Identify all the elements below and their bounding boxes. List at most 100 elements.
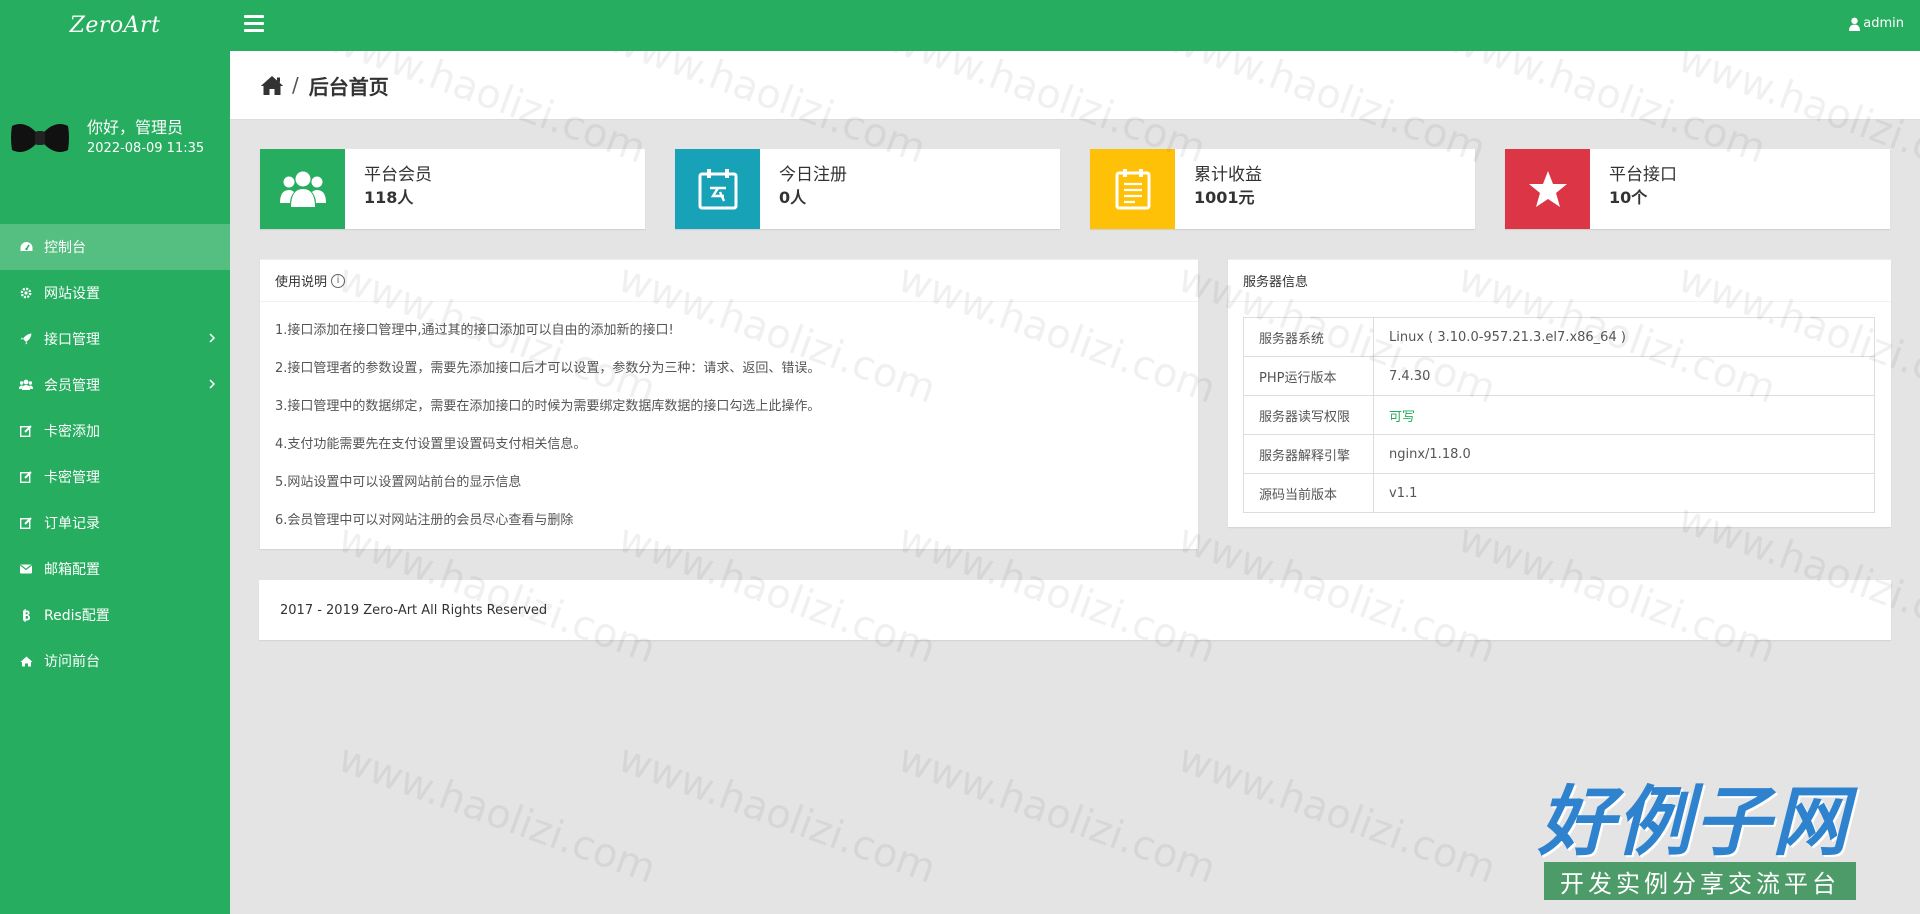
sidebar-item-card-add[interactable]: 卡密添加 [0, 408, 230, 454]
usage-list: 1.接口添加在接口管理中,通过其的接口添加可以自由的添加新的接口! 2.接口管理… [260, 302, 1198, 540]
calendar-icon [675, 149, 760, 229]
dashboard-icon [18, 239, 34, 255]
usage-box-header: 使用说明 i [260, 260, 1198, 302]
sidebar-item-visit-frontend[interactable]: 访问前台 [0, 638, 230, 684]
usage-line: 3.接口管理中的数据绑定，需要在添加接口的时候为需要绑定数据库数据的接口勾选上此… [275, 399, 821, 414]
server-info-title: 服务器信息 [1243, 275, 1309, 290]
server-info-header: 服务器信息 [1228, 260, 1891, 302]
watermark-logo-title: 好例子网 [1538, 777, 1850, 866]
sidebar-item-card-management[interactable]: 卡密管理 [0, 454, 230, 500]
watermark-text: www.haolizi.com [1172, 735, 1502, 893]
table-row: PHP运行版本 7.4.30 [1243, 356, 1875, 396]
server-info-table: 服务器系统 Linux ( 3.10.0-957.21.3.el7.x86_64… [1243, 317, 1875, 513]
server-key: 服务器读写权限 [1243, 395, 1374, 435]
server-info-box: 服务器信息 服务器系统 Linux ( 3.10.0-957.21.3.el7.… [1228, 259, 1891, 527]
usage-line: 2.接口管理者的参数设置，需要先添加接口后才可以设置，参数分为三种：请求、返回、… [275, 361, 821, 376]
user-menu-label: admin [1863, 16, 1904, 31]
table-row: 服务器读写权限 可写 [1243, 395, 1875, 435]
breadcrumb-separator: / [292, 73, 299, 97]
sidebar-toggle-icon[interactable] [244, 15, 264, 33]
login-datetime: 2022-08-09 11:35 [87, 141, 205, 156]
usage-box-title: 使用说明 [275, 275, 328, 290]
rocket-icon [18, 331, 34, 347]
watermark-text: www.haolizi.com [892, 735, 1222, 893]
edit-icon [18, 469, 34, 485]
server-key: 源码当前版本 [1243, 473, 1374, 513]
home-icon[interactable] [260, 75, 284, 96]
usage-line: 5.网站设置中可以设置网站前台的显示信息 [275, 475, 522, 490]
stat-value: 118人 [364, 188, 414, 207]
watermark-text: www.haolizi.com [332, 735, 662, 893]
star-icon [1505, 149, 1590, 229]
table-row: 源码当前版本 v1.1 [1243, 473, 1875, 513]
sidebar-item-dashboard[interactable]: 控制台 [0, 224, 230, 270]
sidebar-item-label: 卡密管理 [44, 470, 100, 486]
bitcoin-icon [18, 607, 34, 623]
user-panel: 你好，管理员 2022-08-09 11:35 [0, 51, 230, 182]
sidebar-item-label: 会员管理 [44, 378, 100, 394]
server-key: 服务器解释引擎 [1243, 434, 1374, 474]
server-value: nginx/1.18.0 [1373, 434, 1875, 474]
stat-label: 今日注册 [779, 165, 847, 185]
sidebar-menu: 控制台 网站设置 接口管理 会员管理 卡密添加 卡密管理 订单记录 邮箱配置 R… [0, 224, 230, 684]
user-icon [1849, 17, 1861, 31]
users-icon [18, 377, 34, 393]
stat-label: 平台会员 [364, 165, 432, 185]
sidebar-item-label: 访问前台 [44, 654, 100, 670]
footer-copyright: 2017 - 2019 Zero-Art All Rights Reserved [280, 602, 548, 618]
stat-value: 0人 [779, 188, 807, 207]
footer: 2017 - 2019 Zero-Art All Rights Reserved [259, 580, 1891, 640]
server-key: PHP运行版本 [1243, 356, 1374, 396]
stat-value: 10个 [1609, 188, 1648, 207]
server-value-status: 可写 [1373, 395, 1875, 435]
server-value: 7.4.30 [1373, 356, 1875, 396]
page-header: / 后台首页 [230, 51, 1920, 120]
clipboard-icon [1090, 149, 1175, 229]
server-value: Linux ( 3.10.0-957.21.3.el7.x86_64 ) [1373, 317, 1875, 357]
watermark-logo-subtitle: 开发实例分享交流平台 [1544, 862, 1856, 900]
usage-line: 4.支付功能需要先在支付设置里设置码支付相关信息。 [275, 437, 587, 452]
sidebar-item-label: 接口管理 [44, 332, 100, 348]
edit-icon [18, 515, 34, 531]
sidebar-item-label: 网站设置 [44, 286, 100, 302]
usage-box: 使用说明 i 1.接口添加在接口管理中,通过其的接口添加可以自由的添加新的接口!… [260, 259, 1198, 549]
sidebar-item-member-management[interactable]: 会员管理 [0, 362, 230, 408]
info-icon[interactable]: i [331, 273, 346, 288]
user-menu[interactable]: admin [1849, 16, 1904, 31]
sidebar-item-orders[interactable]: 订单记录 [0, 500, 230, 546]
users-icon [260, 149, 345, 229]
watermark-logo: 好例子网 开发实例分享交流平台 [1538, 776, 1860, 904]
avatar [11, 123, 69, 152]
usage-line: 1.接口添加在接口管理中,通过其的接口添加可以自由的添加新的接口! [275, 323, 674, 338]
stat-card-platform-api: 平台接口 10个 [1505, 149, 1890, 229]
stat-value: 1001元 [1194, 188, 1255, 207]
usage-line: 6.会员管理中可以对网站注册的会员尽心查看与删除 [275, 513, 574, 528]
stat-card-today-register: 今日注册 0人 [675, 149, 1060, 229]
sidebar-item-label: 卡密添加 [44, 424, 100, 440]
sidebar-item-site-settings[interactable]: 网站设置 [0, 270, 230, 316]
stat-card-members: 平台会员 118人 [260, 149, 645, 229]
stat-card-total-income: 累计收益 1001元 [1090, 149, 1475, 229]
user-greeting: 你好，管理员 [87, 118, 184, 137]
sidebar-item-redis-config[interactable]: Redis配置 [0, 592, 230, 638]
sidebar-item-email-config[interactable]: 邮箱配置 [0, 546, 230, 592]
watermark-text: www.haolizi.com [612, 735, 942, 893]
envelope-icon [18, 561, 34, 577]
gear-icon [18, 285, 34, 301]
page-title: 后台首页 [308, 74, 389, 99]
table-row: 服务器系统 Linux ( 3.10.0-957.21.3.el7.x86_64… [1243, 317, 1875, 357]
table-row: 服务器解释引擎 nginx/1.18.0 [1243, 434, 1875, 474]
stat-label: 平台接口 [1609, 165, 1677, 185]
app-logo[interactable]: ZeroArt [0, 0, 230, 51]
sidebar-item-label: Redis配置 [44, 608, 110, 624]
home-icon [18, 653, 34, 669]
sidebar-item-api-management[interactable]: 接口管理 [0, 316, 230, 362]
sidebar-item-label: 邮箱配置 [44, 562, 100, 578]
server-value: v1.1 [1373, 473, 1875, 513]
top-navbar: admin [230, 0, 1920, 51]
stat-label: 累计收益 [1194, 165, 1262, 185]
sidebar-item-label: 控制台 [44, 240, 86, 256]
sidebar-item-label: 订单记录 [44, 516, 100, 532]
edit-icon [18, 423, 34, 439]
server-key: 服务器系统 [1243, 317, 1374, 357]
